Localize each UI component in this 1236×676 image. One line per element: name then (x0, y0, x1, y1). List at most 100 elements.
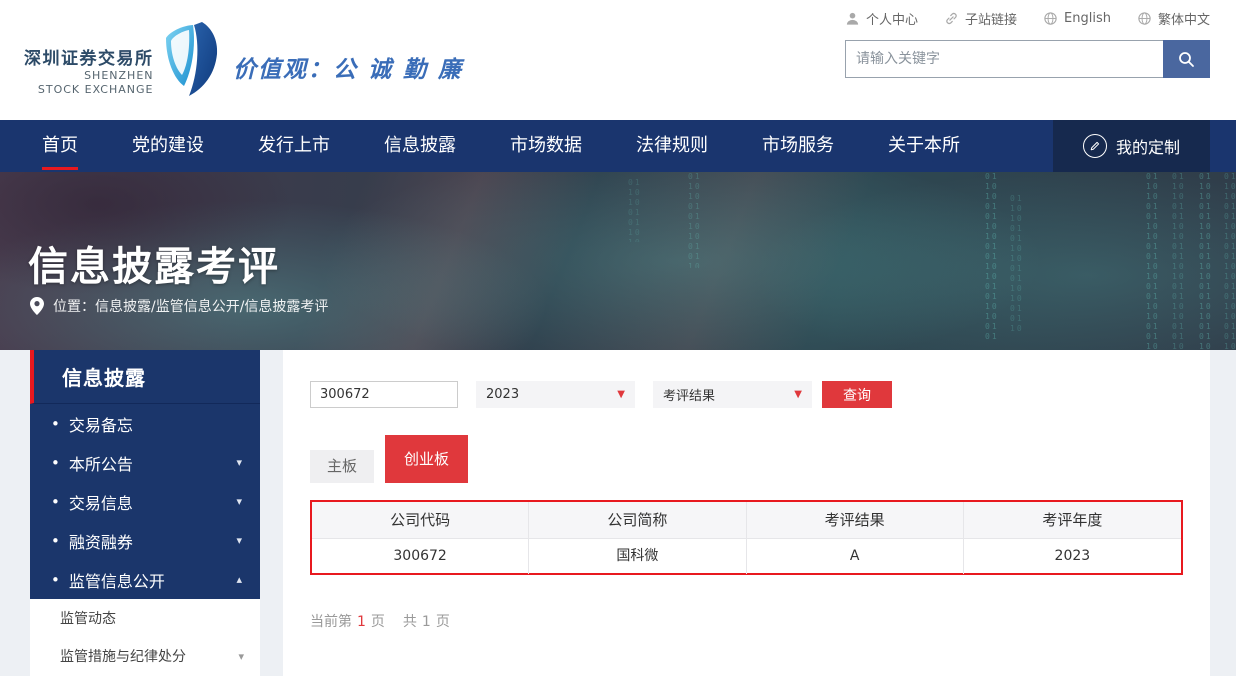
nav-item-listing[interactable]: 发行上市 (258, 120, 330, 172)
logo-text: 深圳证券交易所 SHENZHEN STOCK EXCHANGE (24, 44, 154, 97)
search-icon (1177, 50, 1196, 69)
dropdown-arrow-icon: ▼ (617, 389, 625, 400)
query-button[interactable]: 查询 (822, 381, 892, 408)
chevron-down-icon: ▾ (238, 650, 244, 663)
nav-item-about[interactable]: 关于本所 (888, 120, 960, 172)
result-select[interactable]: 考评结果 ▼ (653, 381, 812, 408)
utility-link-label: 繁体中文 (1158, 9, 1210, 28)
sub-sites-link[interactable]: 子站链接 (944, 9, 1017, 28)
nav-item-party-building[interactable]: 党的建设 (132, 120, 204, 172)
chevron-down-icon: ▾ (236, 534, 242, 547)
col-header-rating-year: 考评年度 (964, 502, 1181, 538)
english-link[interactable]: English (1043, 9, 1111, 28)
szse-page: 深圳证券交易所 SHENZHEN STOCK EXCHANGE 价值观：公 诚 (0, 0, 1236, 676)
cell-company-name: 国科微 (529, 539, 746, 574)
customize-icon (1083, 134, 1107, 158)
bullet-icon: • (51, 454, 60, 472)
sidebar-item-label: 融资融券 (69, 529, 133, 553)
cell-company-code: 300672 (312, 539, 529, 574)
site-search (845, 40, 1210, 78)
col-header-company-code: 公司代码 (312, 502, 529, 538)
utility-link-label: 子站链接 (965, 9, 1017, 28)
current-page-number: 1 (357, 614, 366, 630)
col-header-rating-result: 考评结果 (747, 502, 964, 538)
sidebar-item-trading-info[interactable]: • 交易信息 ▾ (30, 482, 260, 521)
binary-texture: 0110100101101001011010010110100101101001… (688, 172, 706, 268)
logo-en-line2: STOCK EXCHANGE (38, 83, 154, 97)
sidebar-item-regulatory-disclosure[interactable]: • 监管信息公开 ▴ (30, 560, 260, 599)
utility-links: 个人中心 子站链接 English (845, 9, 1210, 28)
sidebar-item-margin-trading[interactable]: • 融资融券 ▾ (30, 521, 260, 560)
traditional-chinese-link[interactable]: 繁体中文 (1137, 9, 1210, 28)
table-row: 300672 国科微 A 2023 (312, 538, 1181, 573)
link-icon (944, 11, 959, 26)
page-unit: 页 (371, 614, 385, 630)
chevron-down-icon: ▾ (236, 495, 242, 508)
nav-item-disclosure[interactable]: 信息披露 (384, 120, 456, 172)
binary-texture: 0110100101101001011010010110100101101001… (1146, 172, 1164, 350)
tab-main-board[interactable]: 主板 (310, 450, 374, 483)
dropdown-arrow-icon: ▼ (794, 389, 802, 400)
nav-item-services[interactable]: 市场服务 (762, 120, 834, 172)
sidebar-subitem-label: 监管动态 (60, 608, 116, 628)
main-nav: 首页 党的建设 发行上市 信息披露 市场数据 法律规则 市场服务 关于本所 我的… (0, 120, 1236, 172)
binary-texture: 0110100101101001011010010110100101101001… (1010, 194, 1028, 334)
result-select-value: 考评结果 (663, 385, 715, 404)
sidebar-item-trading-memo[interactable]: • 交易备忘 (30, 404, 260, 443)
binary-texture: 0110100101101001011010010110100101101001… (1172, 172, 1190, 350)
sidebar-item-label: 交易信息 (69, 490, 133, 514)
utility-link-label: 个人中心 (866, 9, 918, 28)
sidebar-subitem-label: 监管措施与纪律处分 (60, 646, 186, 666)
sidebar-item-exchange-announcements[interactable]: • 本所公告 ▾ (30, 443, 260, 482)
sidebar-subitem-regulatory-measures[interactable]: 监管措施与纪律处分 ▾ (30, 637, 260, 675)
bullet-icon: • (51, 415, 60, 433)
table-header-row: 公司代码 公司简称 考评结果 考评年度 (312, 502, 1181, 538)
site-search-input[interactable] (845, 40, 1163, 78)
col-header-company-name: 公司简称 (529, 502, 746, 538)
location-pin-icon (30, 297, 44, 315)
total-pages-number: 1 (422, 614, 431, 630)
binary-texture: 0110100101101001011010010110100101101001… (1199, 172, 1217, 350)
szse-logo[interactable]: 深圳证券交易所 SHENZHEN STOCK EXCHANGE (24, 22, 218, 97)
pagination: 当前第1页共1页 (310, 611, 1183, 631)
sidebar: 信息披露 • 交易备忘 • 本所公告 ▾ • 交易信息 ▾ • 融资融券 ▾ (30, 350, 260, 676)
my-customization-button[interactable]: 我的定制 (1053, 120, 1210, 172)
chevron-up-icon: ▴ (236, 573, 242, 586)
tab-chinext[interactable]: 创业板 (385, 435, 468, 483)
total-prefix: 共 (403, 614, 417, 630)
results-table: 公司代码 公司简称 考评结果 考评年度 300672 国科微 A 2023 (310, 500, 1183, 575)
year-select[interactable]: 2023 ▼ (476, 381, 635, 408)
sidebar-menu: • 交易备忘 • 本所公告 ▾ • 交易信息 ▾ • 融资融券 ▾ • 监管信 (30, 404, 260, 599)
sidebar-item-label: 交易备忘 (69, 412, 133, 436)
nav-item-market-data[interactable]: 市场数据 (510, 120, 582, 172)
pagination-prefix: 当前第 (310, 614, 352, 630)
user-icon (845, 11, 860, 26)
sidebar-item-label: 本所公告 (69, 451, 133, 475)
logo-cn-name: 深圳证券交易所 (24, 44, 154, 69)
company-code-input[interactable] (310, 381, 458, 408)
my-customization-label: 我的定制 (1116, 134, 1180, 158)
breadcrumb-text: 位置：信息披露/监管信息公开/信息披露考评 (53, 296, 328, 316)
binary-texture: 0110100101101001011010010110100101101001… (628, 178, 646, 242)
sidebar-subitem-regulatory-news[interactable]: 监管动态 (30, 599, 260, 637)
binary-texture: 0110100101101001011010010110100101101001… (1224, 172, 1236, 350)
personal-center-link[interactable]: 个人中心 (845, 9, 918, 28)
bullet-icon: • (51, 493, 60, 511)
sidebar-item-label: 监管信息公开 (69, 568, 165, 592)
values-slogan: 价值观：公 诚 勤 廉 (233, 50, 463, 84)
cell-rating-year: 2023 (964, 539, 1181, 574)
sidebar-title: 信息披露 (30, 350, 260, 404)
logo-en-line1: SHENZHEN (84, 69, 153, 83)
page-unit: 页 (436, 614, 450, 630)
filter-bar: 2023 ▼ 考评结果 ▼ 查询 (310, 381, 1183, 408)
binary-texture: 0110100101101001011010010110100101101001… (985, 172, 1003, 342)
szse-emblem-icon (162, 22, 218, 96)
site-header: 深圳证券交易所 SHENZHEN STOCK EXCHANGE 价值观：公 诚 (0, 0, 1236, 120)
board-tabs: 主板 创业板 (310, 435, 1183, 483)
nav-item-home[interactable]: 首页 (42, 120, 78, 172)
nav-item-rules[interactable]: 法律规则 (636, 120, 708, 172)
page-title: 信息披露考评 (28, 234, 280, 292)
site-search-button[interactable] (1163, 40, 1210, 78)
globe-icon (1043, 11, 1058, 26)
chevron-down-icon: ▾ (236, 456, 242, 469)
